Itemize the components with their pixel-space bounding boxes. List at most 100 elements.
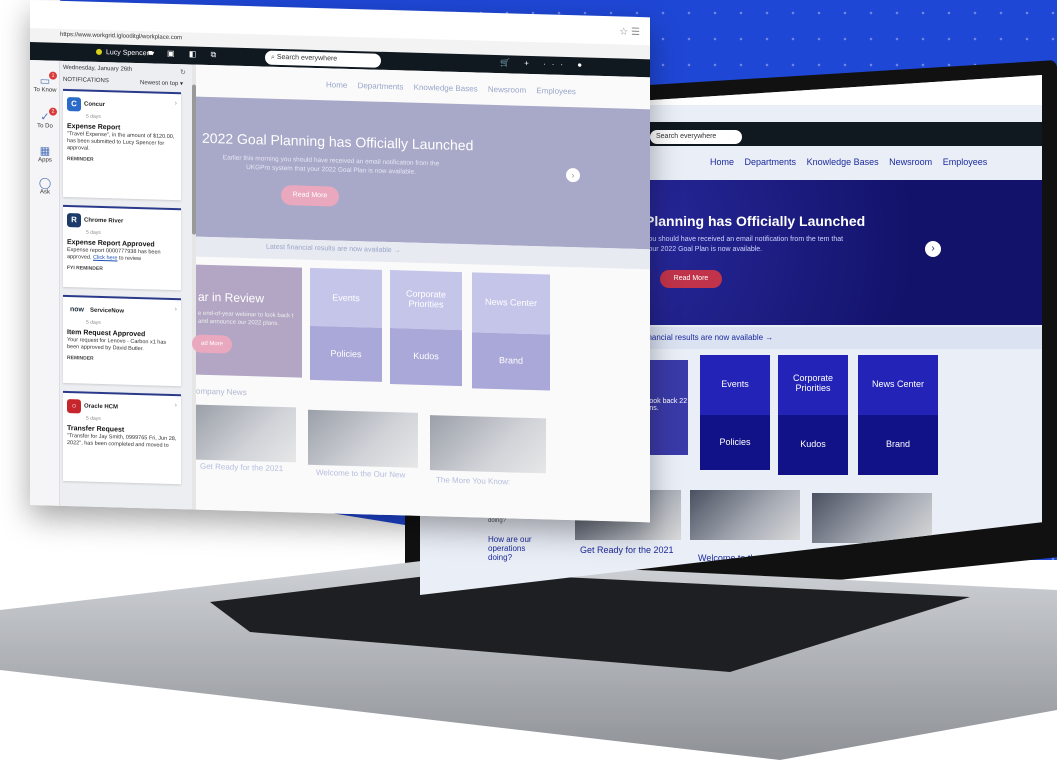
laptop-read-more-button[interactable]: Read More bbox=[660, 270, 722, 288]
laptop-nav-employees[interactable]: Employees bbox=[943, 157, 988, 167]
rail-ask[interactable]: ◯ Ask bbox=[30, 176, 60, 196]
browser-window: ☆ ☰ ● ● ● https://www.workgrid.iglooditg… bbox=[30, 0, 650, 523]
tile-kudos[interactable]: Kudos bbox=[390, 328, 462, 387]
status-dot bbox=[96, 48, 102, 56]
tile-policies[interactable]: Policies bbox=[310, 325, 382, 382]
main-nav: Home Departments Knowledge Bases Newsroo… bbox=[326, 80, 584, 96]
nav-knowledge-bases[interactable]: Knowledge Bases bbox=[414, 83, 478, 94]
card-body-text: to review bbox=[117, 255, 141, 263]
laptop-tile-brand[interactable]: Brand bbox=[858, 415, 938, 475]
news-caption-1[interactable]: Get Ready for the 2021 bbox=[200, 462, 283, 473]
chrome-river-logo-icon: R bbox=[67, 212, 81, 228]
card-age: 5 days bbox=[86, 113, 101, 120]
news-photo-2[interactable] bbox=[308, 409, 418, 468]
search-placeholder: Search everywhere bbox=[276, 53, 338, 63]
laptop-nav-departments[interactable]: Departments bbox=[745, 157, 797, 167]
notification-card-concur[interactable]: C Concur 5 days › Expense Report "Travel … bbox=[63, 88, 181, 201]
notification-card-chrome-river[interactable]: R Chrome River 5 days Expense Report Appr… bbox=[63, 204, 181, 291]
card-age: 5 days bbox=[86, 415, 101, 422]
news-caption-3[interactable]: The More You Know: bbox=[436, 475, 510, 486]
chat-icon: ◯ bbox=[38, 177, 52, 190]
notifications-date: Wednesday, January 26th bbox=[63, 64, 133, 73]
card-tag: REMINDER bbox=[67, 355, 94, 362]
laptop-feedback-link[interactable]: How are our operations doing? bbox=[488, 535, 540, 562]
notification-card-oracle[interactable]: ○ Oracle HCM 5 days › Transfer Request "T… bbox=[63, 390, 181, 485]
laptop-nav-home[interactable]: Home bbox=[710, 157, 734, 167]
marketing-scene: Search everywhere Home Departments Knowl… bbox=[0, 0, 1057, 760]
card-body: Expense report 0000777938 has been appro… bbox=[67, 247, 177, 264]
rail-badge: 2 bbox=[49, 107, 57, 116]
review-read-more-button[interactable]: ad More bbox=[192, 334, 232, 354]
news-caption-2[interactable]: Welcome to the Our New bbox=[316, 468, 405, 479]
rail-label: To Know bbox=[33, 87, 57, 94]
oracle-logo-icon: ○ bbox=[67, 398, 81, 414]
click-here-link[interactable]: Click here bbox=[93, 255, 117, 262]
laptop-tile-corporate-priorities[interactable]: Corporate Priorities bbox=[778, 355, 848, 415]
laptop-tile-policies[interactable]: Policies bbox=[700, 415, 770, 470]
laptop-tile-news-center[interactable]: News Center bbox=[858, 355, 938, 415]
review-text: e end-of-year webinar to look back t and… bbox=[198, 310, 294, 327]
rail-apps[interactable]: ▦ Apps bbox=[30, 144, 60, 164]
laptop-nav-newsroom[interactable]: Newsroom bbox=[889, 157, 932, 167]
chevron-right-icon[interactable]: › bbox=[175, 100, 177, 107]
menu-icon[interactable]: ☆ ☰ bbox=[619, 26, 640, 38]
nav-employees[interactable]: Employees bbox=[536, 86, 576, 96]
nav-home[interactable]: Home bbox=[326, 80, 347, 90]
tile-corporate-priorities[interactable]: Corporate Priorities bbox=[390, 270, 462, 331]
laptop-nav: Home Departments Knowledge Bases Newsroo… bbox=[710, 157, 995, 167]
notification-card-servicenow[interactable]: now ServiceNow 5 days › Item Request Appr… bbox=[63, 294, 181, 387]
user-menu[interactable]: Lucy Spencer ▾ bbox=[96, 48, 154, 58]
user-name: Lucy Spencer bbox=[106, 49, 149, 58]
hero-next-icon[interactable]: › bbox=[566, 167, 580, 183]
laptop-news-caption-1[interactable]: Get Ready for the 2021 bbox=[580, 545, 674, 555]
card-age: 5 days bbox=[86, 319, 101, 326]
refresh-icon[interactable]: ↻ bbox=[180, 68, 186, 76]
laptop-hero-next-icon[interactable]: › bbox=[925, 241, 941, 257]
laptop-hero-title: Planning has Officially Launched bbox=[645, 213, 866, 229]
card-body: "Travel Expense", in the amount of $120.… bbox=[67, 131, 175, 152]
card-app-name: Oracle HCM bbox=[84, 403, 119, 411]
rail-to-know[interactable]: ▭ 1 To Know bbox=[30, 71, 60, 94]
card-body: Your request for Lenovo - Carbon x1 has … bbox=[67, 337, 167, 353]
tile-brand[interactable]: Brand bbox=[472, 332, 550, 391]
card-tag: REMINDER bbox=[67, 156, 94, 163]
chevron-right-icon[interactable]: › bbox=[175, 402, 177, 409]
concur-logo-icon: C bbox=[67, 96, 81, 112]
news-photo-3[interactable] bbox=[430, 415, 546, 474]
read-more-button[interactable]: Read More bbox=[281, 185, 339, 207]
card-app-name: ServiceNow bbox=[90, 307, 125, 315]
tile-events[interactable]: Events bbox=[310, 267, 382, 328]
card-app-name: Concur bbox=[84, 101, 105, 108]
year-in-review-card[interactable]: ar in Review e end-of-year webinar to lo… bbox=[192, 264, 302, 378]
laptop-hero-text: you should have received an email notifi… bbox=[645, 236, 844, 253]
news-photo-1[interactable] bbox=[196, 404, 296, 463]
rail-to-do[interactable]: ✓ 2 To Do bbox=[30, 107, 60, 130]
laptop-news-photo-3[interactable] bbox=[812, 493, 932, 543]
laptop-nav-knowledge-bases[interactable]: Knowledge Bases bbox=[807, 157, 879, 167]
tile-news-center[interactable]: News Center bbox=[472, 272, 550, 335]
rail-label: To Do bbox=[37, 123, 53, 130]
notifications-heading: NOTIFICATIONS bbox=[63, 76, 109, 85]
nav-departments[interactable]: Departments bbox=[358, 81, 404, 91]
card-app-name: Chrome River bbox=[84, 217, 124, 225]
rail-label: Ask bbox=[39, 189, 50, 196]
laptop-search-input[interactable]: Search everywhere bbox=[650, 130, 742, 144]
main-content: Home Departments Knowledge Bases Newsroo… bbox=[192, 64, 650, 523]
rail-badge: 1 bbox=[49, 71, 57, 80]
laptop-news-photo-2[interactable] bbox=[690, 490, 800, 540]
chevron-right-icon[interactable]: › bbox=[175, 306, 177, 313]
notifications-panel: Wednesday, January 26th ↻ NOTIFICATIONS … bbox=[60, 60, 192, 510]
company-news-heading: ompany News bbox=[196, 386, 247, 398]
servicenow-logo-icon: now bbox=[67, 302, 87, 318]
rail-label: Apps bbox=[38, 157, 52, 164]
review-title: ar in Review bbox=[198, 289, 265, 306]
sort-dropdown[interactable]: Newest on top ▾ bbox=[140, 79, 183, 87]
nav-newsroom[interactable]: Newsroom bbox=[488, 85, 526, 95]
laptop-tile-events[interactable]: Events bbox=[700, 355, 770, 415]
card-tag: FYI REMINDER bbox=[67, 265, 103, 273]
card-body: "Transfer for Jay Smith, 0999765 Fri, Ju… bbox=[67, 433, 177, 449]
toolbar-icons[interactable]: ■ ▣ ◧ ⧉ bbox=[148, 48, 222, 60]
sort-label: Newest on top bbox=[140, 80, 179, 88]
left-rail: ▭ 1 To Know ✓ 2 To Do ▦ Apps ◯ Ask bbox=[30, 60, 60, 506]
laptop-tile-kudos[interactable]: Kudos bbox=[778, 415, 848, 475]
